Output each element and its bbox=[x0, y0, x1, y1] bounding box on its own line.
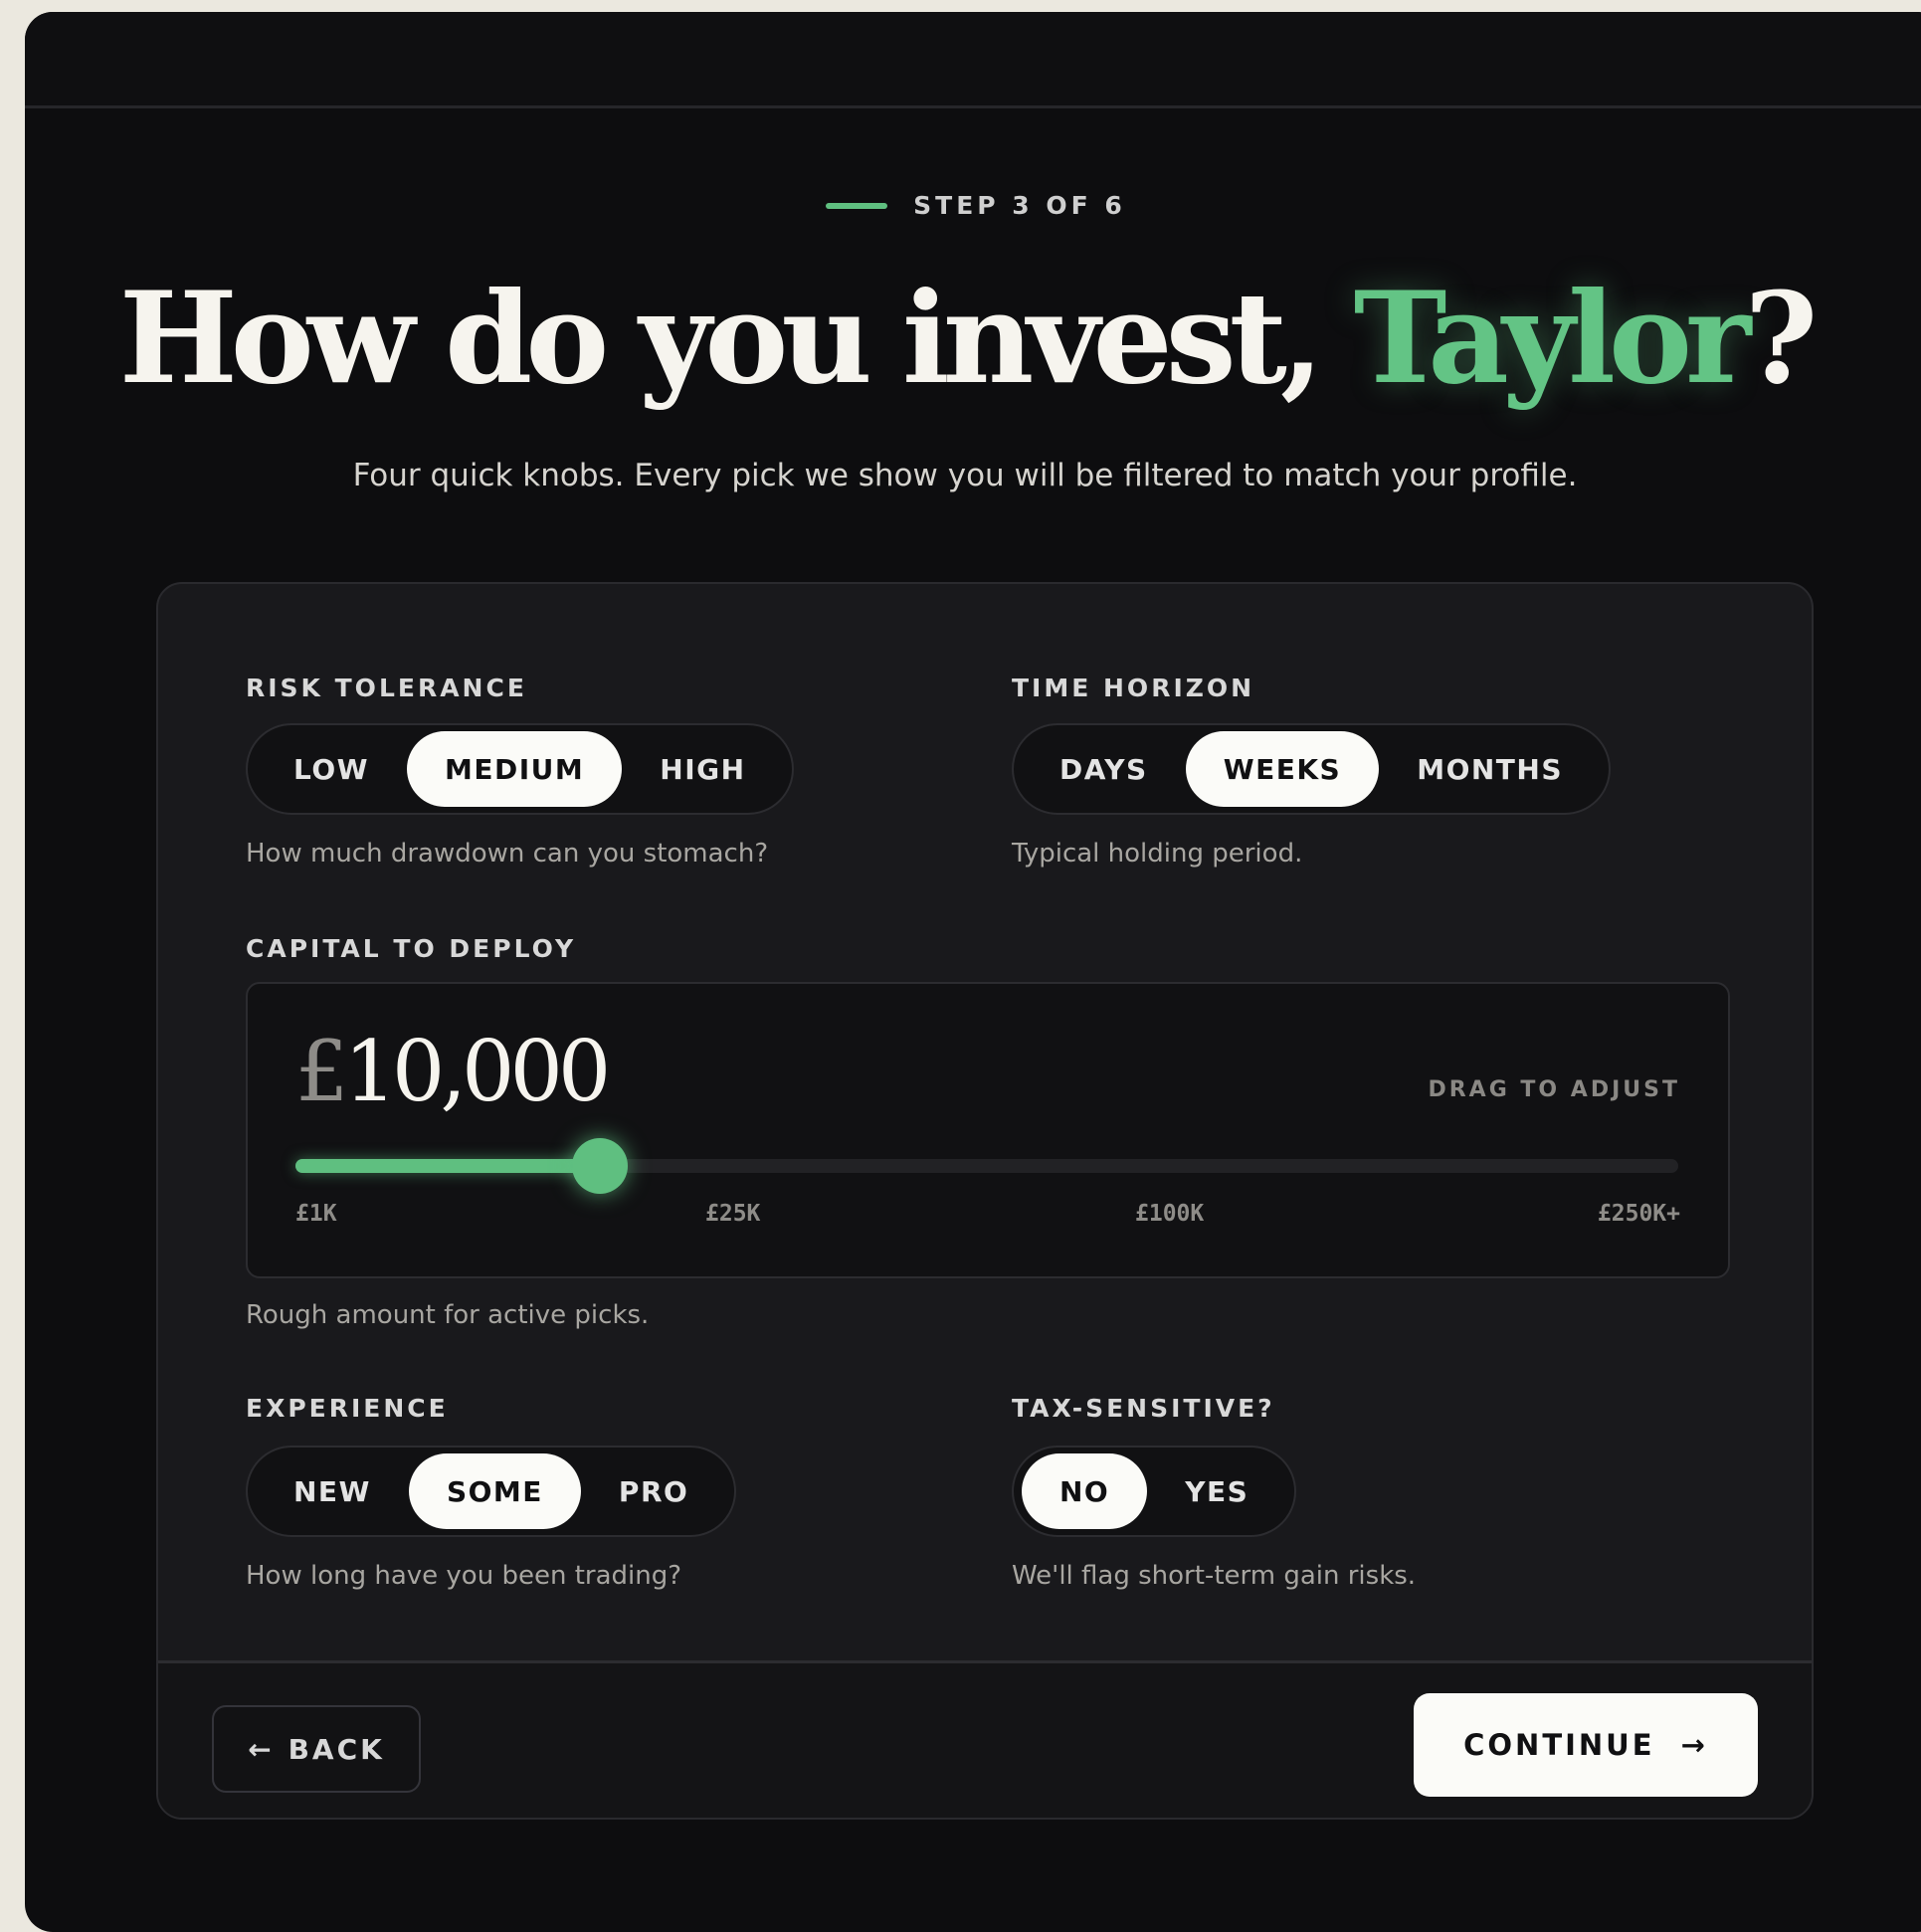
tick-label-max: £250K+ bbox=[1597, 1201, 1680, 1227]
continue-button[interactable]: CONTINUE → bbox=[1414, 1693, 1758, 1797]
capital-amount: £10,000 bbox=[295, 1022, 611, 1121]
continue-button-label: CONTINUE bbox=[1463, 1728, 1655, 1762]
title-prefix: How do you invest, bbox=[118, 265, 1354, 412]
experience-selector: NEW SOME PRO bbox=[246, 1446, 737, 1537]
title-user-name: Taylor bbox=[1353, 265, 1752, 412]
drag-hint: DRAG TO ADJUST bbox=[1428, 1077, 1680, 1102]
time-horizon-help: Typical holding period. bbox=[1012, 839, 1303, 869]
step-accent-line bbox=[826, 202, 888, 209]
tick-label-100k: £100K bbox=[1135, 1201, 1205, 1227]
risk-tolerance-help: How much drawdown can you stomach? bbox=[246, 839, 769, 869]
capital-slider-track[interactable] bbox=[295, 1138, 1678, 1194]
experience-option-pro[interactable]: PRO bbox=[581, 1453, 726, 1529]
tax-sensitive-help: We'll flag short-term gain risks. bbox=[1012, 1561, 1417, 1591]
horizon-option-months[interactable]: MONTHS bbox=[1379, 731, 1601, 807]
capital-help: Rough amount for active picks. bbox=[246, 1300, 650, 1330]
experience-option-new[interactable]: NEW bbox=[256, 1453, 409, 1529]
risk-option-high[interactable]: HIGH bbox=[622, 731, 783, 807]
page-title: How do you invest, Taylor? bbox=[25, 259, 1921, 418]
horizon-option-days[interactable]: DAYS bbox=[1022, 731, 1186, 807]
tax-sensitive-label: TAX-SENSITIVE? bbox=[1012, 1394, 1275, 1423]
time-horizon-selector: DAYS WEEKS MONTHS bbox=[1012, 723, 1612, 815]
risk-tolerance-label: RISK TOLERANCE bbox=[246, 674, 527, 702]
capital-slider-panel: £10,000 DRAG TO ADJUST £1K £25K £100K £2… bbox=[246, 982, 1730, 1278]
tax-option-no[interactable]: NO bbox=[1022, 1453, 1148, 1529]
back-button[interactable]: ← BACK bbox=[212, 1705, 421, 1793]
back-button-label: BACK bbox=[288, 1732, 385, 1766]
currency-symbol: £ bbox=[295, 1023, 349, 1120]
top-bar bbox=[25, 12, 1921, 108]
arrow-left-icon: ← bbox=[248, 1732, 275, 1766]
capital-label: CAPITAL TO DEPLOY bbox=[246, 934, 577, 963]
app-window: STEP 3 OF 6 How do you invest, Taylor? F… bbox=[25, 12, 1921, 1932]
tax-sensitive-selector: NO YES bbox=[1012, 1446, 1297, 1537]
risk-option-medium[interactable]: MEDIUM bbox=[407, 731, 623, 807]
step-indicator: STEP 3 OF 6 bbox=[25, 191, 1921, 220]
tax-option-yes[interactable]: YES bbox=[1147, 1453, 1286, 1529]
tick-label-25k: £25K bbox=[705, 1201, 761, 1227]
title-suffix: ? bbox=[1744, 265, 1818, 412]
capital-value: 10,000 bbox=[343, 1023, 611, 1120]
time-horizon-label: TIME HORIZON bbox=[1012, 674, 1255, 702]
horizon-option-weeks[interactable]: WEEKS bbox=[1185, 731, 1380, 807]
tick-label-min: £1K bbox=[295, 1201, 337, 1227]
card-footer: ← BACK CONTINUE → bbox=[158, 1660, 1812, 1818]
experience-help: How long have you been trading? bbox=[246, 1561, 682, 1591]
step-label: STEP 3 OF 6 bbox=[913, 191, 1126, 220]
risk-option-low[interactable]: LOW bbox=[256, 731, 407, 807]
experience-option-some[interactable]: SOME bbox=[408, 1453, 581, 1529]
capital-slider-fill bbox=[295, 1159, 600, 1173]
page-subtitle: Four quick knobs. Every pick we show you… bbox=[352, 458, 1578, 493]
preferences-card: RISK TOLERANCE LOW MEDIUM HIGH How much … bbox=[156, 582, 1814, 1820]
arrow-right-icon: → bbox=[1680, 1728, 1708, 1762]
experience-label: EXPERIENCE bbox=[246, 1394, 449, 1423]
capital-slider-thumb[interactable] bbox=[571, 1138, 628, 1194]
risk-tolerance-selector: LOW MEDIUM HIGH bbox=[246, 723, 794, 815]
